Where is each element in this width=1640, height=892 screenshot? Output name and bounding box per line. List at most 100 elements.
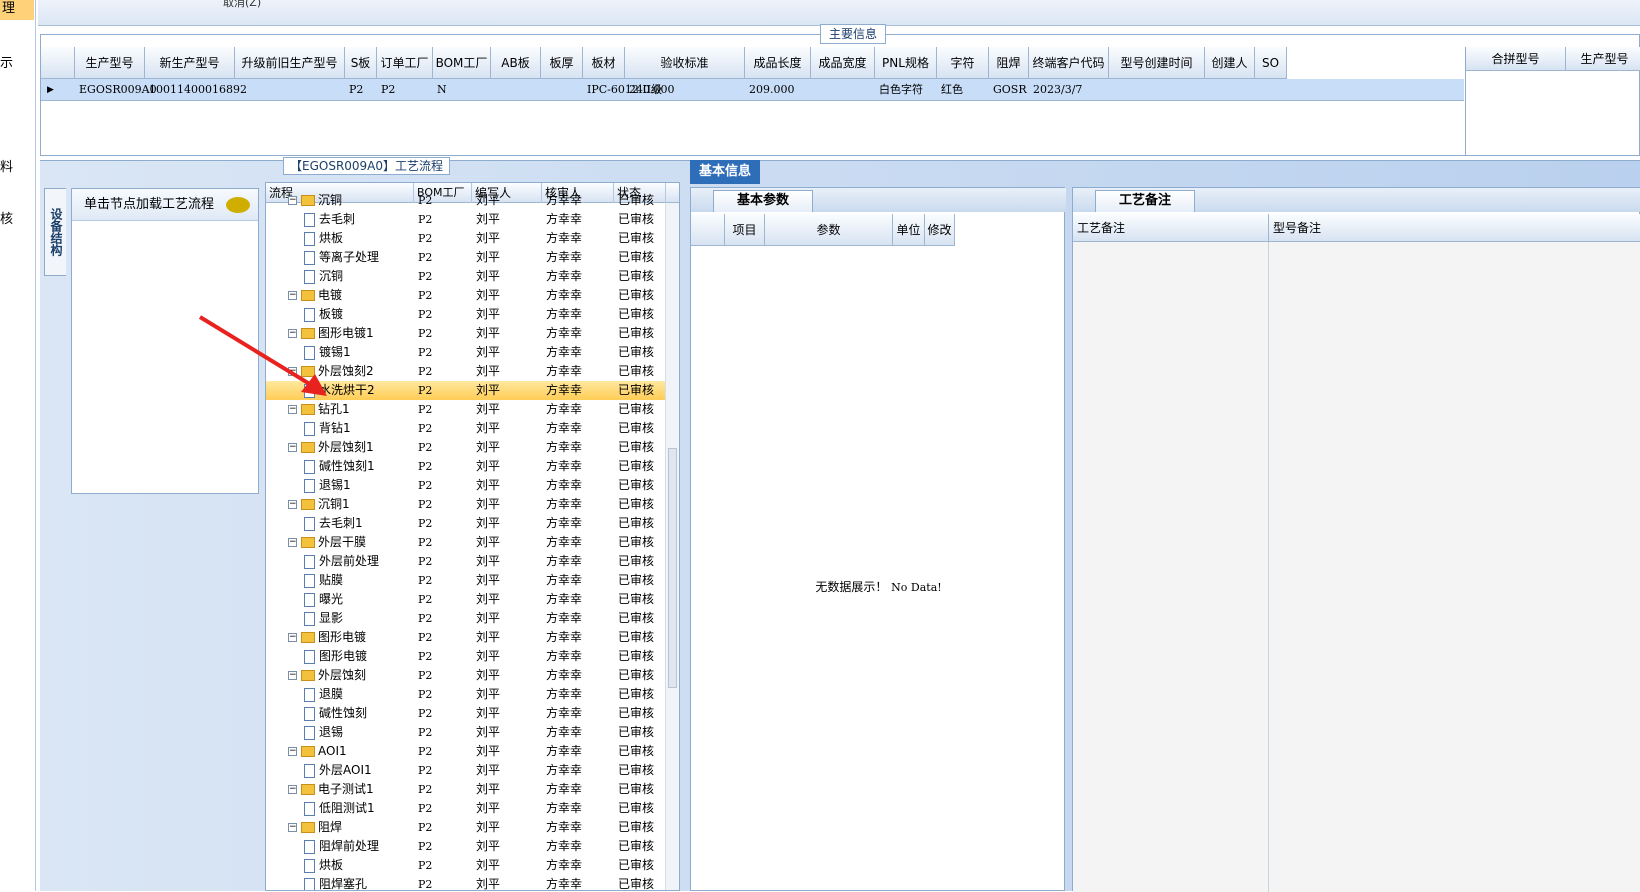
- tree-node[interactable]: 阻焊前处理: [304, 837, 379, 856]
- tree-node[interactable]: − AOI1: [288, 742, 347, 761]
- col-header-13[interactable]: 字符: [937, 47, 989, 79]
- tree-node[interactable]: 烘板: [304, 856, 343, 875]
- col-header-production-model-2[interactable]: 生产型号: [1566, 47, 1640, 71]
- tree-node[interactable]: − 电子测试1: [288, 780, 374, 799]
- tree-node[interactable]: − 沉铜1: [288, 495, 350, 514]
- nav-item-1[interactable]: 示: [0, 52, 13, 71]
- tree-node[interactable]: 显影: [304, 609, 343, 628]
- col-header-17[interactable]: 创建人: [1205, 47, 1255, 79]
- cell-13[interactable]: 红色: [941, 79, 963, 101]
- col-header-5[interactable]: BOM工厂: [433, 47, 491, 79]
- collapse-icon[interactable]: −: [288, 785, 297, 794]
- nav-item-2[interactable]: 料: [0, 156, 13, 175]
- col-header-15[interactable]: 终端客户代码: [1029, 47, 1109, 79]
- collapse-icon[interactable]: −: [288, 405, 297, 414]
- tab-equipment-structure[interactable]: 设备结构: [44, 188, 66, 276]
- tree-row[interactable]: 图形电镀 P2 刘平 方幸幸 已审核: [266, 647, 666, 666]
- col-header-item[interactable]: 项目: [725, 214, 765, 246]
- collapse-icon[interactable]: −: [288, 443, 297, 452]
- scrollbar-thumb[interactable]: [668, 448, 677, 688]
- tree-row[interactable]: − 外层蚀刻1 P2 刘平 方幸幸 已审核: [266, 438, 666, 457]
- cell-3[interactable]: P2: [349, 79, 363, 101]
- col-header-7[interactable]: 板厚: [541, 47, 583, 79]
- tree-row[interactable]: 背钻1 P2 刘平 方幸幸 已审核: [266, 419, 666, 438]
- cell-4[interactable]: P2: [381, 79, 395, 101]
- col-header-param[interactable]: 参数: [765, 214, 893, 246]
- col-header-9[interactable]: 验收标准: [625, 47, 745, 79]
- col-header-3[interactable]: S板: [345, 47, 377, 79]
- col-header-2[interactable]: 升级前旧生产型号: [235, 47, 345, 79]
- tree-node[interactable]: 退锡: [304, 723, 343, 742]
- tree-node[interactable]: 等离子处理: [304, 248, 379, 267]
- collapse-icon[interactable]: −: [288, 500, 297, 509]
- tree-row[interactable]: 退锡 P2 刘平 方幸幸 已审核: [266, 723, 666, 742]
- cell-1[interactable]: 10011400016892: [149, 79, 247, 101]
- tree-node[interactable]: 曝光: [304, 590, 343, 609]
- tree-node[interactable]: 去毛刺1: [304, 514, 363, 533]
- tree-node[interactable]: 沉铜: [304, 267, 343, 286]
- tree-node[interactable]: 低阻测试1: [304, 799, 375, 818]
- tree-row[interactable]: 阻焊前处理 P2 刘平 方幸幸 已审核: [266, 837, 666, 856]
- tree-row[interactable]: 退锡1 P2 刘平 方幸幸 已审核: [266, 476, 666, 495]
- tree-node[interactable]: − 外层蚀刻1: [288, 438, 374, 457]
- tree-row[interactable]: − 外层蚀刻 P2 刘平 方幸幸 已审核: [266, 666, 666, 685]
- process-remark-area[interactable]: [1073, 242, 1269, 892]
- collapse-icon[interactable]: −: [288, 196, 297, 205]
- tree-row[interactable]: 碱性蚀刻 P2 刘平 方幸幸 已审核: [266, 704, 666, 723]
- tree-row[interactable]: 退膜 P2 刘平 方幸幸 已审核: [266, 685, 666, 704]
- tree-node[interactable]: − 外层干膜: [288, 533, 366, 552]
- tab-process-remarks[interactable]: 工艺备注: [1095, 190, 1195, 212]
- tree-node[interactable]: 外层AOI1: [304, 761, 372, 780]
- collapse-icon[interactable]: −: [288, 671, 297, 680]
- tree-row[interactable]: − 外层干膜 P2 刘平 方幸幸 已审核: [266, 533, 666, 552]
- tree-node[interactable]: − 外层蚀刻: [288, 666, 366, 685]
- tree-node[interactable]: − 阻焊: [288, 818, 342, 837]
- col-header-12[interactable]: PNL规格: [875, 47, 937, 79]
- model-remark-area[interactable]: [1269, 242, 1640, 892]
- col-header-16[interactable]: 型号创建时间: [1109, 47, 1205, 79]
- cell-14[interactable]: GOSR: [993, 79, 1027, 101]
- nav-item-selected[interactable]: 理: [0, 0, 34, 20]
- collapse-icon[interactable]: −: [288, 633, 297, 642]
- tree-row[interactable]: 等离子处理 P2 刘平 方幸幸 已审核: [266, 248, 666, 267]
- collapse-icon[interactable]: −: [288, 538, 297, 547]
- chat-bubble-icon[interactable]: [226, 197, 250, 213]
- tree-node[interactable]: 烘板: [304, 229, 343, 248]
- tree-row[interactable]: 外层前处理 P2 刘平 方幸幸 已审核: [266, 552, 666, 571]
- col-header-process-remark[interactable]: 工艺备注: [1073, 214, 1269, 242]
- cell-15[interactable]: 2023/3/7: [1033, 79, 1082, 101]
- tree-node[interactable]: 退锡1: [304, 476, 351, 495]
- tree-node[interactable]: 图形电镀: [304, 647, 367, 666]
- tab-basic-params[interactable]: 基本参数: [713, 190, 813, 212]
- tree-node[interactable]: 退膜: [304, 685, 343, 704]
- tree-row[interactable]: 阻焊塞孔 P2 刘平 方幸幸 已审核: [266, 875, 666, 890]
- tree-row[interactable]: − 电子测试1 P2 刘平 方幸幸 已审核: [266, 780, 666, 799]
- col-header-combined-model[interactable]: 合拼型号: [1466, 47, 1566, 71]
- tree-row[interactable]: 去毛刺1 P2 刘平 方幸幸 已审核: [266, 514, 666, 533]
- tree-row[interactable]: − 阻焊 P2 刘平 方幸幸 已审核: [266, 818, 666, 837]
- tree-row[interactable]: − 图形电镀 P2 刘平 方幸幸 已审核: [266, 628, 666, 647]
- tree-node[interactable]: 外层前处理: [304, 552, 379, 571]
- col-header-14[interactable]: 阻焊: [989, 47, 1029, 79]
- tree-node[interactable]: − 沉铜: [288, 191, 342, 210]
- cell-0[interactable]: EGOSR009A0: [79, 79, 157, 101]
- col-header-modify[interactable]: 修改: [925, 214, 955, 246]
- col-header-18[interactable]: SO: [1255, 47, 1287, 79]
- tree-node[interactable]: 碱性蚀刻: [304, 704, 367, 723]
- tree-row[interactable]: 烘板 P2 刘平 方幸幸 已审核: [266, 229, 666, 248]
- tree-row[interactable]: − 钻孔1 P2 刘平 方幸幸 已审核: [266, 400, 666, 419]
- tree-node[interactable]: 贴膜: [304, 571, 343, 590]
- col-header-0[interactable]: 生产型号: [75, 47, 145, 79]
- collapse-icon[interactable]: −: [288, 823, 297, 832]
- tree-row[interactable]: 显影 P2 刘平 方幸幸 已审核: [266, 609, 666, 628]
- tree-row[interactable]: 曝光 P2 刘平 方幸幸 已审核: [266, 590, 666, 609]
- tree-row[interactable]: − 沉铜1 P2 刘平 方幸幸 已审核: [266, 495, 666, 514]
- col-header-model-remark[interactable]: 型号备注: [1269, 214, 1640, 242]
- col-header-4[interactable]: 订单工厂: [377, 47, 433, 79]
- tree-node[interactable]: − 钻孔1: [288, 400, 350, 419]
- cell-12[interactable]: 白色字符: [879, 79, 923, 101]
- collapse-icon[interactable]: −: [288, 291, 297, 300]
- cell-9[interactable]: 240.000: [629, 79, 675, 101]
- tab-basic-info[interactable]: 基本信息: [690, 160, 760, 184]
- tree-row[interactable]: − 电镀 P2 刘平 方幸幸 已审核: [266, 286, 666, 305]
